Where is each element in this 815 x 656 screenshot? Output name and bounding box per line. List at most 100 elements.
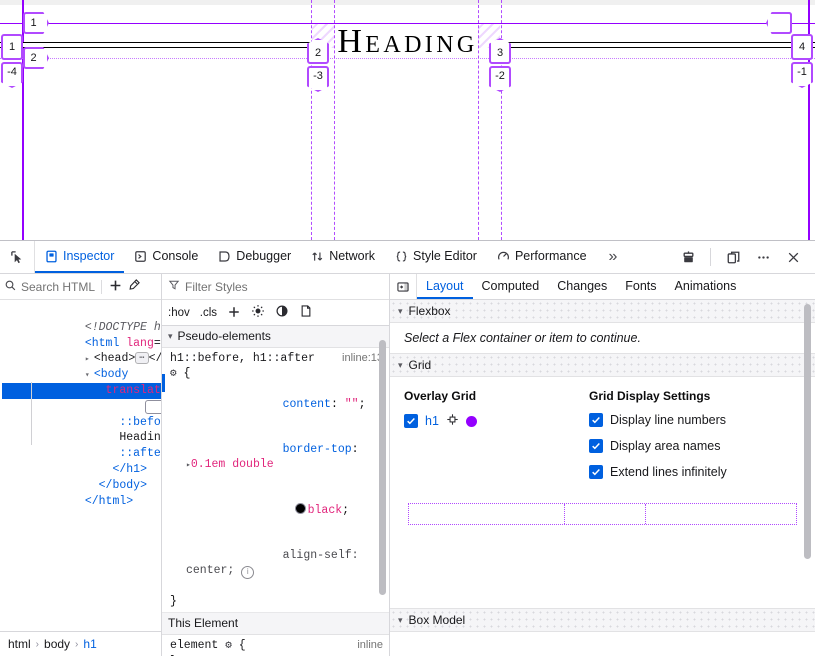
twisty-collapsed-icon[interactable]: ▸ [85, 352, 94, 368]
layout-tab-bar: Layout Computed Changes Fonts Animations [390, 274, 815, 300]
print-media-icon[interactable] [299, 304, 313, 321]
grid-col-number-minus1-right: -1 [791, 62, 813, 88]
toolbar-right-actions [674, 241, 815, 273]
setting-display-line-numbers[interactable]: Display line numbers [589, 413, 727, 427]
responsive-design-mode-icon[interactable] [674, 243, 702, 271]
rule-source[interactable]: inline:13 [342, 351, 383, 366]
overlay-grid-label[interactable]: h1 [425, 414, 439, 428]
rule-element-inline[interactable]: element ⚙ { inline } [162, 635, 389, 656]
display-line-numbers-checkbox[interactable] [589, 413, 603, 427]
breadcrumb-body[interactable]: body [44, 637, 70, 651]
rule-selector-element: element ⚙ { [170, 638, 246, 654]
tab-layout[interactable]: Layout [417, 274, 473, 299]
tab-style-editor[interactable]: Style Editor [385, 241, 487, 273]
sidebar-expand-icon[interactable] [390, 274, 417, 299]
twisty-expanded-icon[interactable]: ▾ [85, 368, 94, 384]
setting-extend-lines-infinitely[interactable]: Extend lines infinitely [589, 465, 727, 479]
tab-performance-label: Performance [515, 249, 587, 263]
extend-lines-label: Extend lines infinitely [610, 465, 727, 479]
layout-scrollbar[interactable] [804, 304, 811, 559]
toolbar-divider [710, 248, 711, 266]
tab-network[interactable]: Network [301, 241, 385, 273]
twisty-expanded-icon-h1[interactable]: ▾ [106, 400, 115, 416]
breadcrumb-separator-2: › [75, 639, 78, 650]
extend-lines-checkbox[interactable] [589, 465, 603, 479]
rule-source-element[interactable]: inline [357, 638, 383, 653]
overlay-grid-column: Overlay Grid h1 [404, 389, 589, 491]
markup-tree[interactable]: <!DOCTYPE html> <html lang="en"> ▸<head>… [0, 300, 161, 631]
light-scheme-simulation-icon[interactable] [251, 304, 265, 321]
devtools-body: Search HTML [0, 274, 815, 656]
grid-section-header[interactable]: ▾ Grid [390, 353, 815, 377]
plus-icon[interactable] [108, 278, 123, 296]
class-toggle[interactable]: .cls [200, 307, 217, 319]
filter-icon [168, 279, 180, 294]
page-viewport[interactable]: Heading 1 -1 2 1 -4 4 -1 2 -3 3 -2 [0, 0, 815, 240]
devtools-tab-list: Inspector Console [35, 241, 597, 273]
rule-gear-icon-element[interactable]: ⚙ [225, 640, 232, 652]
styles-rules-list[interactable]: ▾ Pseudo-elements h1::before, h1::after … [162, 326, 389, 656]
tabs-overflow-button[interactable]: » [597, 241, 630, 273]
tab-animations[interactable]: Animations [666, 274, 746, 299]
meatball-menu-icon[interactable] [749, 243, 777, 271]
close-icon[interactable] [779, 243, 807, 271]
tab-performance[interactable]: Performance [487, 241, 597, 273]
element-picker-icon[interactable] [0, 241, 35, 273]
color-swatch[interactable] [295, 503, 306, 514]
new-rule-button[interactable] [227, 305, 241, 321]
this-element-section-header[interactable]: This Element [162, 613, 389, 635]
declaration-border-top-color[interactable]: black; [170, 488, 383, 533]
overlay-grid-checkbox[interactable] [404, 414, 418, 428]
breadcrumb-html[interactable]: html [8, 637, 31, 651]
grid-outline-preview[interactable] [408, 503, 797, 525]
rule-selected-indicator [162, 374, 165, 392]
split-console-icon[interactable] [719, 243, 747, 271]
rule-gear-icon[interactable]: ⚙ [170, 368, 177, 380]
setting-display-area-names[interactable]: Display area names [589, 439, 727, 453]
pseudo-elements-section-header[interactable]: ▾ Pseudo-elements [162, 326, 389, 348]
markup-search-divider [101, 280, 102, 294]
tab-debugger[interactable]: Debugger [208, 241, 301, 273]
debugger-icon [218, 250, 231, 263]
info-icon[interactable]: i [241, 566, 254, 579]
rule-selector[interactable]: h1::before, h1::after [170, 351, 315, 366]
rule-header-element: element ⚙ { inline [170, 638, 383, 654]
pseudo-elements-title: Pseudo-elements [178, 329, 271, 344]
grid-settings-icon[interactable] [446, 413, 459, 429]
breadcrumb-h1[interactable]: h1 [83, 637, 96, 651]
flexbox-title: Flexbox [409, 304, 451, 318]
display-area-names-checkbox[interactable] [589, 439, 603, 453]
search-input[interactable]: Search HTML [21, 280, 95, 294]
markup-line-doctype[interactable]: <!DOCTYPE html> [2, 304, 161, 320]
dark-scheme-simulation-icon[interactable] [275, 304, 289, 321]
grid-col-number-minus2: -2 [489, 66, 511, 92]
rule-header: h1::before, h1::after inline:13 [170, 351, 383, 366]
tab-fonts[interactable]: Fonts [616, 274, 665, 299]
collapsed-children-icon[interactable]: ⋯ [135, 352, 148, 364]
filter-styles-input[interactable]: Filter Styles [185, 280, 248, 294]
box-model-section-header[interactable]: ▾ Box Model [390, 608, 815, 632]
grid-cell-2[interactable] [565, 504, 644, 524]
grid-col-number-4: 4 [791, 34, 813, 60]
styles-scrollbar[interactable] [379, 340, 386, 595]
pseudo-class-toggle[interactable]: :hov [168, 307, 190, 319]
grid-badge[interactable]: grid [145, 400, 161, 414]
tab-inspector[interactable]: Inspector [35, 241, 124, 273]
tab-changes[interactable]: Changes [548, 274, 616, 299]
console-icon [134, 250, 147, 263]
performance-icon [497, 250, 510, 263]
grid-cell-3[interactable] [646, 504, 796, 524]
chevron-down-icon: ▾ [168, 329, 173, 344]
tab-console[interactable]: Console [124, 241, 208, 273]
declaration-content[interactable]: content: ""; [170, 382, 383, 427]
declaration-align-self[interactable]: align-self: center; i [170, 533, 383, 594]
overlay-grid-item-h1[interactable]: h1 [404, 413, 589, 429]
flexbox-section-header[interactable]: ▾ Flexbox [390, 300, 815, 323]
tab-computed[interactable]: Computed [473, 274, 549, 299]
rule-pseudo-elements[interactable]: h1::before, h1::after inline:13 ⚙ { cont… [162, 348, 389, 613]
eyedropper-icon[interactable] [127, 278, 141, 295]
declaration-border-top[interactable]: border-top: ▸0.1em double [170, 427, 383, 488]
overlay-grid-color-swatch[interactable] [466, 416, 477, 427]
flexbox-empty-message: Select a Flex container or item to conti… [404, 331, 641, 345]
grid-cell-1[interactable] [409, 504, 564, 524]
